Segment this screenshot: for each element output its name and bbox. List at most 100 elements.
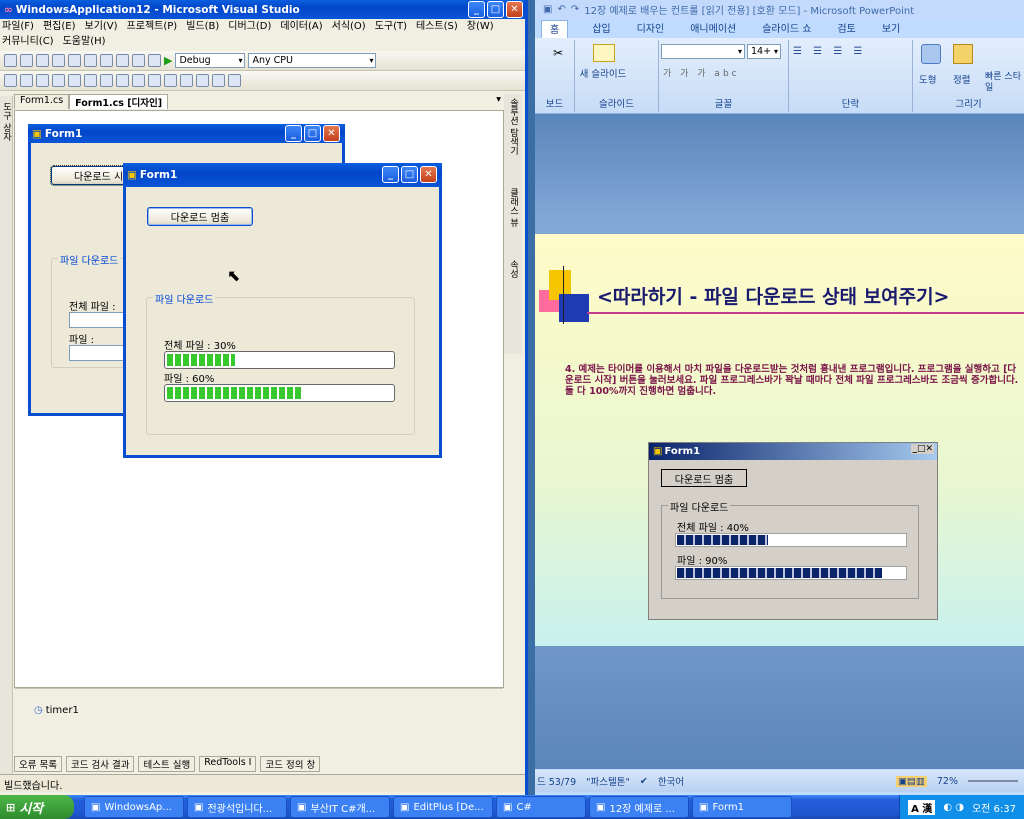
bottom-tab[interactable]: 코드 정의 창	[260, 756, 321, 772]
align-centers-icon[interactable]	[20, 74, 33, 87]
paste-icon[interactable]	[116, 54, 129, 67]
save-icon[interactable]	[52, 54, 65, 67]
bottom-tab[interactable]: 오류 목록	[14, 756, 62, 772]
cut-icon[interactable]	[84, 54, 97, 67]
undo-icon[interactable]	[132, 54, 145, 67]
same-size-icon[interactable]	[132, 74, 145, 87]
zoom-slider[interactable]	[968, 780, 1018, 782]
taskbar-button[interactable]: ▣ EditPlus [De...	[393, 796, 493, 818]
ribbon-tab[interactable]: 보기	[880, 20, 902, 38]
h-spacing-icon[interactable]	[148, 74, 161, 87]
add-item-icon[interactable]	[20, 54, 33, 67]
font-name-combo[interactable]	[661, 44, 745, 59]
paste-icon[interactable]: ✂	[553, 46, 563, 60]
bottom-tab[interactable]: RedTools I	[199, 756, 257, 772]
menu-item[interactable]: 커뮤니티(C)	[2, 35, 54, 50]
font-size-combo[interactable]: 14+	[747, 44, 781, 59]
design-total-progress[interactable]	[69, 312, 129, 328]
form-minimize-button[interactable]: _	[382, 166, 399, 183]
paragraph-icons[interactable]: ☰ ☰ ☰ ☰	[793, 46, 866, 57]
menu-item[interactable]: 서식(O)	[332, 20, 366, 35]
menu-item[interactable]: 창(W)	[467, 20, 494, 35]
bottom-tab[interactable]: 코드 검사 결과	[65, 756, 135, 772]
font-format-icons[interactable]: 가 가 가 abc	[663, 66, 740, 79]
ppt-title-bar[interactable]: ▣ ↶ ↷ 12장 예제로 배우는 컨트롤 [읽기 전용] [호환 모드] - Mi…	[535, 0, 1024, 19]
quick-style-button[interactable]: 빠른 스타일	[985, 72, 1021, 94]
vs-title-bar[interactable]: ∞ WindowsApplication12 - Microsoft Visua…	[0, 0, 525, 19]
download-stop-button[interactable]: 다운로드 멈춤	[147, 207, 253, 226]
menu-item[interactable]: 테스트(S)	[416, 20, 458, 35]
same-height-icon[interactable]	[116, 74, 129, 87]
ribbon-tab[interactable]: 검토	[835, 20, 857, 38]
config-combo[interactable]: Debug	[175, 53, 246, 68]
shape-icon[interactable]	[921, 44, 941, 64]
zoom-level[interactable]: 72%	[937, 776, 958, 787]
menu-item[interactable]: 보기(V)	[85, 20, 118, 35]
new-slide-button[interactable]: 새 슬라이드	[579, 66, 627, 80]
design-total-label[interactable]: 전체 파일 :	[69, 298, 116, 313]
menu-item[interactable]: 프로젝트(P)	[127, 20, 178, 35]
tray-icons[interactable]: ◐ ◑	[943, 802, 964, 813]
menu-item[interactable]: 디버그(D)	[228, 20, 271, 35]
tab-form-code[interactable]: Form1.cs	[14, 94, 70, 109]
new-project-icon[interactable]	[4, 54, 17, 67]
ribbon-tab[interactable]: 슬라이드 쇼	[760, 20, 813, 38]
menu-item[interactable]: 파일(F)	[2, 20, 34, 35]
menu-item[interactable]: 도움말(H)	[63, 35, 106, 50]
quick-undo-icon[interactable]: ↶	[557, 4, 565, 15]
toolbox-strip[interactable]: 도구 상자	[0, 96, 13, 776]
running-form[interactable]: ▣ Form1 _ □ ✕ 다운로드 멈춤 파일 다운로드 전체 파일 : 30% 파…	[123, 163, 442, 458]
menu-item[interactable]: 빌드(B)	[186, 20, 219, 35]
maximize-button[interactable]: □	[487, 1, 504, 18]
tab-form-design[interactable]: Form1.cs [디자인]	[69, 94, 169, 109]
start-button[interactable]: ⊞ 시작	[0, 795, 74, 819]
same-width-icon[interactable]	[100, 74, 113, 87]
properties-tab[interactable]: 속성	[507, 260, 520, 290]
view-buttons[interactable]: ▣▤▥	[895, 775, 927, 787]
design-file-progress[interactable]	[69, 345, 129, 361]
taskbar-button[interactable]: ▣ WindowsAp...	[84, 796, 184, 818]
menu-item[interactable]: 데이터(A)	[280, 20, 322, 35]
ribbon-tab[interactable]: 디자인	[635, 20, 667, 38]
arrange-icon[interactable]	[953, 44, 973, 64]
design-file-label[interactable]: 파일 :	[69, 331, 94, 346]
ime-indicator[interactable]: A 漢	[908, 799, 936, 815]
shape-button[interactable]: 도형	[919, 72, 936, 86]
taskbar-button[interactable]: ▣ 전광석입니다...	[187, 796, 287, 818]
form-close-button[interactable]: ✕	[420, 166, 437, 183]
solution-explorer-tab[interactable]: 솔루션 탐색기	[507, 98, 520, 178]
save-all-icon[interactable]	[68, 54, 81, 67]
bring-front-icon[interactable]	[212, 74, 225, 87]
menu-item[interactable]: 도구(T)	[375, 20, 407, 35]
taskbar-button[interactable]: ▣ Form1	[692, 796, 792, 818]
send-back-icon[interactable]	[228, 74, 241, 87]
taskbar-button[interactable]: ▣ 부산IT C#개...	[290, 796, 390, 818]
v-spacing-icon[interactable]	[164, 74, 177, 87]
ribbon-tab[interactable]: 삽입	[590, 20, 612, 38]
platform-combo[interactable]: Any CPU	[248, 53, 377, 68]
center-v-icon[interactable]	[196, 74, 209, 87]
taskbar-button[interactable]: ▣ C#	[496, 796, 586, 818]
taskbar-button[interactable]: ▣ 12장 예제로 ...	[589, 796, 689, 818]
align-lefts-icon[interactable]	[4, 74, 17, 87]
open-icon[interactable]	[36, 54, 49, 67]
minimize-button[interactable]: _	[468, 1, 485, 18]
align-rights-icon[interactable]	[36, 74, 49, 87]
align-bottoms-icon[interactable]	[84, 74, 97, 87]
close-button[interactable]: ✕	[506, 1, 523, 18]
new-slide-icon[interactable]	[593, 44, 615, 62]
timer-component[interactable]: ◷ timer1	[34, 705, 79, 716]
quick-save-icon[interactable]: ▣	[543, 4, 552, 15]
center-h-icon[interactable]	[180, 74, 193, 87]
menu-item[interactable]: 편집(E)	[43, 20, 76, 35]
form-maximize-button[interactable]: □	[401, 166, 418, 183]
start-debug-icon[interactable]: ▶	[164, 54, 172, 67]
class-view-tab[interactable]: 클래스 뷰	[507, 188, 520, 248]
running-form-title-bar[interactable]: ▣ Form1 _ □ ✕	[123, 163, 442, 187]
arrange-button[interactable]: 정렬	[953, 72, 970, 86]
align-middles-icon[interactable]	[68, 74, 81, 87]
bottom-tab[interactable]: 테스트 실행	[138, 756, 196, 772]
align-tops-icon[interactable]	[52, 74, 65, 87]
ribbon-tab[interactable]: 애니메이션	[688, 20, 738, 38]
copy-icon[interactable]	[100, 54, 113, 67]
